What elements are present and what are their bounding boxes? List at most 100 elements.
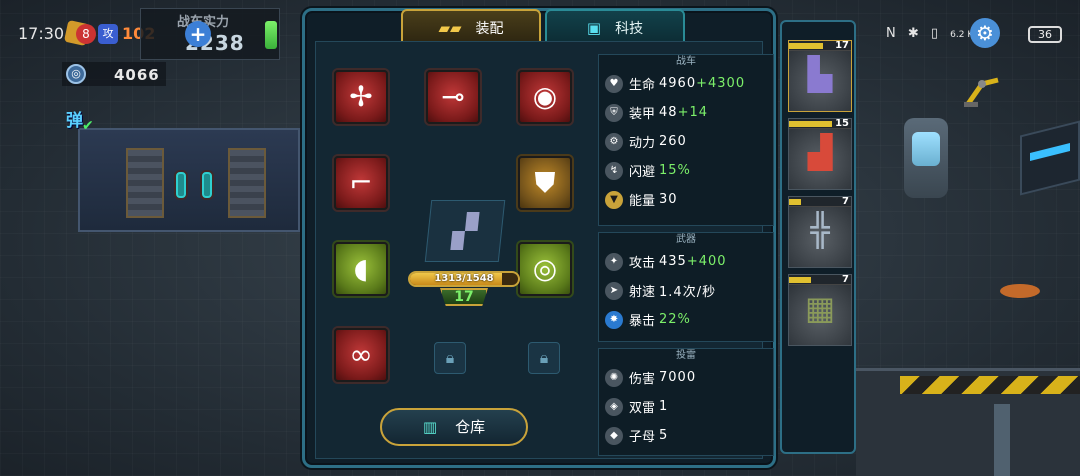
- tank-level-badge: 17: [440, 288, 488, 306]
- stat-row-energy: ▼ 能量 30: [599, 185, 773, 214]
- vehicle-progress-fill: [789, 199, 802, 205]
- hazard-stripe: [900, 376, 1080, 394]
- speed-icon: ➤: [605, 281, 623, 300]
- coin-value: 4066: [114, 66, 160, 84]
- vehicle-card[interactable]: 7 ╬: [788, 196, 852, 268]
- stat-row-armor: ⛨ 装甲 48 +14: [599, 98, 773, 127]
- computer-terminal[interactable]: [1020, 120, 1080, 196]
- check-icon: ✔: [82, 118, 94, 134]
- equipment-panel: ▰▰ 装配 ▣ 科技 ✢ ⊸ ◉ ⌐ ⛊ ◖ ◎ ∞ 🔒︎ 🔒︎ ▞ 1313/15…: [302, 8, 776, 468]
- lock-icon: 🔒︎: [445, 348, 455, 367]
- tab-tech-label: 科技: [615, 21, 644, 37]
- vehicle-level: 15: [835, 118, 849, 129]
- robot-arm-icon: [964, 77, 999, 107]
- battery-icon: [265, 21, 277, 49]
- stat-group-weapon: 武器 ✦ 攻击 435 +400 ➤ 射速 1.4次/秒 ✸ 暴击 22%: [598, 232, 774, 342]
- left-bunker-wall: [78, 128, 300, 232]
- pipe: [994, 404, 1010, 476]
- lock-icon: 🔒︎: [539, 348, 549, 367]
- purple-tank-icon: ▞: [450, 212, 480, 250]
- cannon-barrel-icon: ⊸: [441, 80, 465, 113]
- vehicle-card[interactable]: 17 ▙: [788, 40, 852, 112]
- rank-badge: 8: [76, 24, 96, 44]
- panel-body: ✢ ⊸ ◉ ⌐ ⛊ ◖ ◎ ∞ 🔒︎ 🔒︎ ▞ 1313/1548 17 ▥ 仓库…: [315, 41, 774, 459]
- laser-gun-icon: ⌐: [349, 166, 373, 199]
- add-power-button[interactable]: +: [185, 21, 211, 47]
- turret-mech-icon: ╬: [810, 211, 830, 249]
- slot-laser-gun[interactable]: ⌐: [334, 156, 388, 210]
- armor-vest-icon: ⛊: [534, 166, 556, 199]
- gear-icon: ⚙: [605, 132, 623, 151]
- red-buggy-icon: ▟: [807, 133, 833, 171]
- vehicle-level: 17: [835, 40, 849, 51]
- xp-bar: 1313/1548: [408, 271, 520, 287]
- vehicle-card[interactable]: 15 ▟: [788, 118, 852, 190]
- stat-row-dodge: ↯ 闪避 15%: [599, 156, 773, 185]
- heart-icon: ♥: [605, 74, 623, 93]
- vehicle-level: 7: [842, 196, 849, 207]
- propeller-icon: ✢: [349, 80, 373, 113]
- stat-row-power: ⚙ 动力 260: [599, 127, 773, 156]
- armor-icon: ⛨: [605, 103, 623, 122]
- slot-mortar[interactable]: ◖: [334, 242, 388, 296]
- chip-icon: ▣: [586, 19, 602, 37]
- status-time: 17:30: [18, 24, 65, 43]
- crit-icon: ✸: [605, 310, 623, 329]
- vehicle-list: 17 ▙ 15 ▟ 7 ╬ 7 ▦: [780, 20, 856, 454]
- tank-preview[interactable]: ▞: [424, 200, 506, 262]
- cluster-mine-icon: ◆: [605, 426, 623, 445]
- xp-text: 1313/1548: [434, 273, 494, 284]
- vehicle-progress-fill: [789, 121, 833, 127]
- attack-badge: 攻: [98, 24, 118, 44]
- slot-binoculars[interactable]: ∞: [334, 328, 388, 382]
- capsule-machine[interactable]: [904, 118, 948, 198]
- warehouse-icon: ▥: [422, 418, 438, 436]
- bunker-door-right: [228, 148, 266, 218]
- bunker-light-right: [202, 172, 212, 198]
- warehouse-label: 仓库: [455, 418, 486, 436]
- settings-gear-icon[interactable]: ⚙: [970, 18, 1000, 48]
- stat-group-mine: 投雷 ✺ 伤害 7000 ◈ 双雷 1 ◆ 子母 5: [598, 348, 774, 456]
- stat-row-hp: ♥ 生命 4960 +4300: [599, 69, 773, 98]
- bunker-light-left: [176, 172, 186, 198]
- stat-group-title: 武器: [676, 234, 696, 245]
- stat-row-damage: ✺ 伤害 7000: [599, 363, 773, 392]
- vehicle-progress-fill: [789, 43, 824, 49]
- status-icons: N ✱ ▯ 6.2 K/s: [886, 26, 981, 41]
- mortar-icon: ◖: [353, 252, 369, 285]
- stat-group-title: 投雷: [676, 350, 696, 361]
- battery-indicator: 36: [1028, 26, 1062, 43]
- bunker-door-left: [126, 148, 164, 218]
- slot-armor-vest[interactable]: ⛊: [518, 156, 572, 210]
- gear-core-icon: ◉: [532, 80, 558, 113]
- slot-cannon-barrel[interactable]: ⊸: [426, 70, 480, 124]
- locked-slot[interactable]: 🔒︎: [434, 342, 466, 374]
- double-mine-icon: ◈: [605, 397, 623, 416]
- stat-row-cluster-mine: ◆ 子母 5: [599, 421, 773, 450]
- purple-tank-icon: ▙: [807, 55, 833, 93]
- vehicle-progress-fill: [789, 277, 811, 283]
- table-prop: [1000, 284, 1040, 298]
- coin-counter[interactable]: ◎ 4066: [62, 62, 166, 86]
- binoculars-icon: ∞: [349, 338, 373, 371]
- stat-group-title: 战车: [676, 56, 696, 67]
- engine-icon: ◎: [532, 252, 558, 285]
- vehicle-card[interactable]: 7 ▦: [788, 274, 852, 346]
- tab-equip-label: 装配: [475, 21, 504, 37]
- damage-icon: ✺: [605, 368, 623, 387]
- stat-row-crit: ✸ 暴击 22%: [599, 305, 773, 334]
- slot-engine[interactable]: ◎: [518, 242, 572, 296]
- slot-gear-core[interactable]: ◉: [518, 70, 572, 124]
- missile-walker-icon: ▦: [804, 289, 836, 327]
- slot-propeller[interactable]: ✢: [334, 70, 388, 124]
- ammo-label[interactable]: 弹: [66, 106, 83, 131]
- tank-icon: ▰▰: [438, 19, 462, 37]
- energy-icon: ▼: [605, 190, 623, 209]
- stat-group-tank: 战车 ♥ 生命 4960 +4300 ⛨ 装甲 48 +14 ⚙ 动力 260 ↯ 闪避 15% ▼…: [598, 54, 774, 226]
- stat-row-attack: ✦ 攻击 435 +400: [599, 247, 773, 276]
- attack-icon: ✦: [605, 252, 623, 271]
- warehouse-button[interactable]: ▥ 仓库: [380, 408, 528, 446]
- dodge-icon: ↯: [605, 161, 623, 180]
- locked-slot[interactable]: 🔒︎: [528, 342, 560, 374]
- vehicle-level: 7: [842, 274, 849, 285]
